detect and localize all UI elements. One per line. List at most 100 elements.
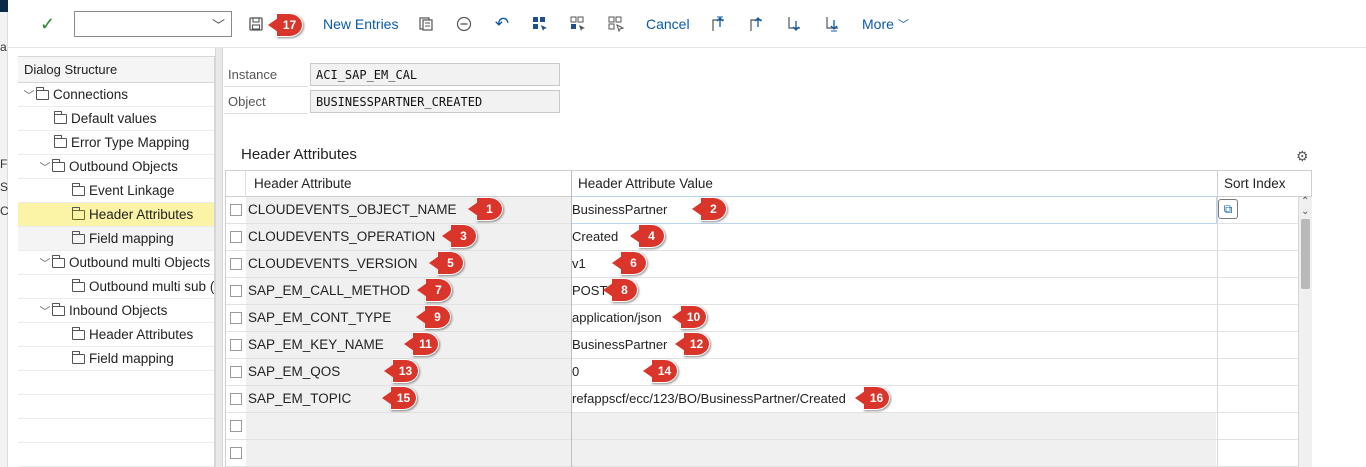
tree-node-label: Inbound Objects bbox=[69, 303, 168, 318]
row-checkbox[interactable] bbox=[230, 447, 242, 459]
tree-node-label: Outbound multi sub ( bbox=[89, 279, 214, 294]
open-folder-icon bbox=[72, 207, 85, 220]
last-page-icon[interactable] bbox=[822, 12, 844, 36]
select-all-column[interactable] bbox=[226, 171, 246, 197]
folder-icon bbox=[36, 87, 49, 100]
sort-index-cell[interactable] bbox=[1217, 386, 1299, 412]
new-entries-button[interactable]: New Entries bbox=[323, 12, 398, 36]
gear-icon[interactable]: ⚙ bbox=[1296, 148, 1309, 165]
header-attribute-cell[interactable] bbox=[246, 440, 571, 466]
checkmark-icon[interactable]: ✓ bbox=[40, 12, 55, 36]
tree-node-outbound-multi-objects[interactable]: ﹀ Outbound multi Objects bbox=[18, 251, 214, 275]
folder-icon bbox=[52, 255, 65, 268]
first-page-icon[interactable] bbox=[708, 12, 730, 36]
table-row[interactable]: CLOUDEVENTS_OBJECT_NAME BusinessPartner ⧉ bbox=[226, 196, 1311, 224]
more-menu[interactable]: More ﹀ bbox=[862, 12, 909, 36]
cancel-button[interactable]: Cancel bbox=[646, 12, 690, 36]
tree-empty-row bbox=[18, 419, 214, 443]
callout-badge: 15 bbox=[382, 386, 417, 410]
select-all-icon[interactable] bbox=[530, 12, 550, 36]
table-row[interactable]: SAP_EM_CALL_METHOD POST bbox=[226, 278, 1311, 305]
row-checkbox[interactable] bbox=[230, 285, 242, 297]
previous-page-icon[interactable] bbox=[746, 12, 768, 36]
tree-node-outbound-objects[interactable]: ﹀ Outbound Objects bbox=[18, 155, 214, 179]
sort-index-cell[interactable] bbox=[1217, 332, 1299, 358]
undo-icon[interactable]: ↶ bbox=[492, 12, 512, 36]
chevron-down-icon[interactable]: ﹀ bbox=[22, 84, 36, 106]
instance-field: ACI_SAP_EM_CAL bbox=[310, 63, 560, 86]
command-field[interactable]: ﹀ bbox=[74, 11, 232, 37]
select-block-icon[interactable] bbox=[568, 12, 588, 36]
table-row[interactable]: CLOUDEVENTS_VERSION v1 bbox=[226, 251, 1311, 278]
tree-node-inbound-field-mapping[interactable]: Field mapping bbox=[18, 347, 214, 371]
header-attribute-cell[interactable] bbox=[246, 413, 571, 439]
scrollbar-thumb[interactable] bbox=[1301, 219, 1310, 289]
column-header-value[interactable]: Header Attribute Value bbox=[572, 171, 1217, 197]
tree-node-outbound-multi-sub[interactable]: Outbound multi sub ( bbox=[18, 275, 214, 299]
chevron-down-icon[interactable]: ﹀ bbox=[38, 252, 52, 274]
object-field: BUSINESSPARTNER_CREATED bbox=[310, 90, 560, 113]
attribute-value-cell[interactable] bbox=[572, 440, 1216, 466]
instance-label: Instance bbox=[224, 63, 308, 87]
table-row[interactable]: SAP_EM_CONT_TYPE application/json bbox=[226, 305, 1311, 332]
header-attribute-cell: CLOUDEVENTS_OBJECT_NAME bbox=[246, 197, 571, 223]
chevron-down-icon[interactable]: ﹀ bbox=[212, 15, 225, 34]
row-checkbox[interactable] bbox=[230, 393, 242, 405]
sort-index-cell[interactable] bbox=[1217, 224, 1299, 250]
tree-node-label: Default values bbox=[71, 111, 157, 126]
chevron-down-icon[interactable]: ﹀ bbox=[38, 300, 52, 322]
tree-node-inbound-objects[interactable]: ﹀ Inbound Objects bbox=[18, 299, 214, 323]
row-checkbox[interactable] bbox=[230, 312, 242, 324]
sort-index-cell[interactable] bbox=[1217, 413, 1299, 439]
table-row[interactable] bbox=[226, 440, 1311, 467]
table-row[interactable]: SAP_EM_KEY_NAME BusinessPartner bbox=[226, 332, 1311, 359]
next-page-icon[interactable] bbox=[784, 12, 806, 36]
tree-node-default-values[interactable]: Default values bbox=[18, 107, 214, 131]
scroll-arrows-icon[interactable]: ⌃ ⌄ bbox=[1301, 197, 1309, 217]
value-help-icon[interactable]: ⧉ bbox=[1218, 199, 1238, 219]
tree-node-header-attributes-selected[interactable]: Header Attributes bbox=[18, 203, 214, 227]
row-checkbox[interactable] bbox=[230, 231, 242, 243]
tree-node-inbound-header-attributes[interactable]: Header Attributes bbox=[18, 323, 214, 347]
sort-index-cell[interactable] bbox=[1217, 359, 1299, 385]
vertical-scrollbar[interactable]: ⌃ ⌄ bbox=[1298, 197, 1312, 467]
table-row[interactable]: CLOUDEVENTS_OPERATION Created bbox=[226, 224, 1311, 251]
callout-badge: 13 bbox=[384, 359, 419, 383]
chevron-down-icon[interactable]: ﹀ bbox=[38, 156, 52, 178]
attribute-value-cell[interactable]: Created bbox=[572, 224, 1216, 250]
row-checkbox[interactable] bbox=[230, 420, 242, 432]
tree-node-connections[interactable]: ﹀ Connections bbox=[18, 83, 214, 107]
attribute-value-cell[interactable]: application/json bbox=[572, 305, 1216, 331]
attribute-value-cell[interactable]: BusinessPartner bbox=[572, 332, 1216, 358]
tree-node-label: Outbound Objects bbox=[69, 159, 178, 174]
copy-as-icon[interactable] bbox=[416, 12, 436, 36]
column-header-sort-index[interactable]: Sort Index bbox=[1217, 171, 1311, 197]
attribute-value-cell[interactable] bbox=[572, 413, 1216, 439]
callout-badge: 10 bbox=[672, 305, 707, 329]
row-checkbox[interactable] bbox=[230, 204, 242, 216]
edge-letter: S bbox=[0, 180, 9, 194]
deselect-all-icon[interactable] bbox=[606, 12, 626, 36]
attribute-value-cell[interactable]: POST bbox=[572, 278, 1216, 304]
table-row[interactable] bbox=[226, 413, 1311, 440]
sort-index-cell[interactable] bbox=[1217, 440, 1299, 466]
tree-node-field-mapping[interactable]: Field mapping bbox=[18, 227, 214, 251]
row-checkbox[interactable] bbox=[230, 258, 242, 270]
folder-icon bbox=[72, 183, 85, 196]
attribute-value-cell[interactable]: refappscf/ecc/123/BO/BusinessPartner/Cre… bbox=[572, 386, 1216, 412]
sort-index-cell[interactable] bbox=[1217, 251, 1299, 277]
save-icon[interactable] bbox=[246, 12, 266, 36]
sort-index-cell[interactable] bbox=[1217, 278, 1299, 304]
sort-index-cell[interactable] bbox=[1217, 305, 1299, 331]
edge-letter: a bbox=[0, 40, 7, 54]
row-checkbox[interactable] bbox=[230, 339, 242, 351]
column-header-attribute[interactable]: Header Attribute bbox=[246, 171, 572, 197]
tree-node-error-type-mapping[interactable]: Error Type Mapping bbox=[18, 131, 214, 155]
tree-empty-row bbox=[18, 395, 214, 419]
delete-icon[interactable] bbox=[454, 12, 474, 36]
attribute-value-cell[interactable]: v1 bbox=[572, 251, 1216, 277]
tree-node-event-linkage[interactable]: Event Linkage bbox=[18, 179, 214, 203]
row-checkbox[interactable] bbox=[230, 366, 242, 378]
panel-splitter[interactable] bbox=[215, 48, 223, 467]
attribute-value-cell[interactable]: BusinessPartner bbox=[571, 196, 1217, 224]
